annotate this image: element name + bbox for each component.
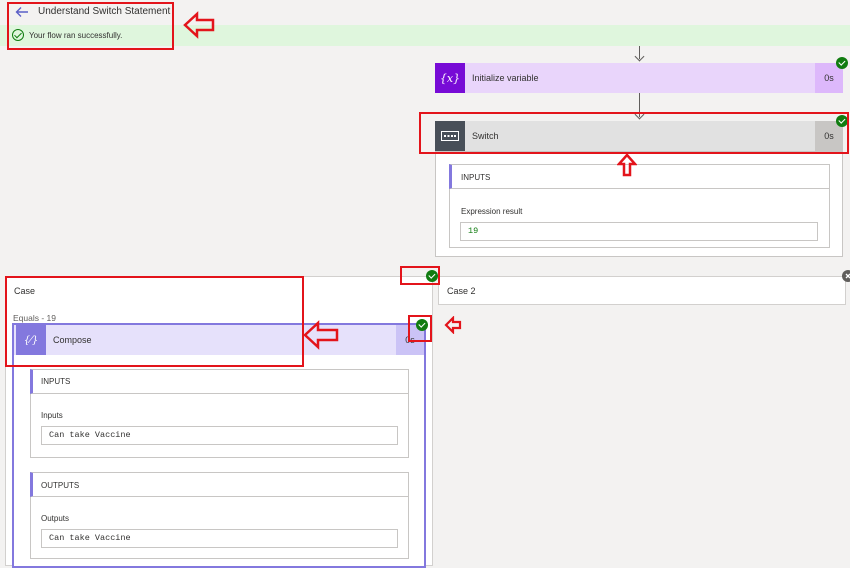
annotation-box-case bbox=[5, 276, 304, 367]
compose-outputs-header[interactable] bbox=[30, 472, 409, 497]
compose-inputs-label: Inputs bbox=[41, 411, 63, 420]
case2-branch-container[interactable] bbox=[438, 276, 846, 305]
connector-arrow-icon bbox=[634, 51, 645, 62]
initialize-variable-success-icon bbox=[836, 57, 848, 69]
compose-inputs-header[interactable] bbox=[30, 369, 409, 394]
variable-icon: {x} bbox=[435, 63, 465, 93]
case2-title: Case 2 bbox=[447, 286, 476, 296]
annotation-arrow-left-icon bbox=[303, 320, 339, 350]
switch-inputs-label: INPUTS bbox=[461, 173, 491, 182]
annotation-arrow-up-icon bbox=[617, 153, 637, 177]
annotation-box-case-check bbox=[400, 266, 440, 285]
initialize-variable-title: Initialize variable bbox=[472, 73, 539, 83]
compose-outputs-section-label: OUTPUTS bbox=[41, 481, 80, 490]
compose-outputs-value: Can take Vaccine bbox=[41, 529, 398, 548]
annotation-box-header bbox=[7, 2, 174, 50]
annotation-box-switch bbox=[419, 112, 849, 154]
case2-skipped-icon bbox=[842, 270, 850, 282]
annotation-arrow-left-icon bbox=[183, 11, 215, 39]
expression-result-value: 19 bbox=[460, 222, 818, 241]
compose-outputs-label: Outputs bbox=[41, 514, 70, 523]
compose-inputs-value: Can take Vaccine bbox=[41, 426, 398, 445]
annotation-box-compose-check bbox=[408, 315, 432, 342]
expression-result-label: Expression result bbox=[461, 207, 523, 216]
annotation-arrow-left-icon bbox=[444, 316, 462, 334]
compose-inputs-section-label: INPUTS bbox=[41, 377, 71, 386]
switch-inputs-header[interactable] bbox=[449, 164, 830, 189]
